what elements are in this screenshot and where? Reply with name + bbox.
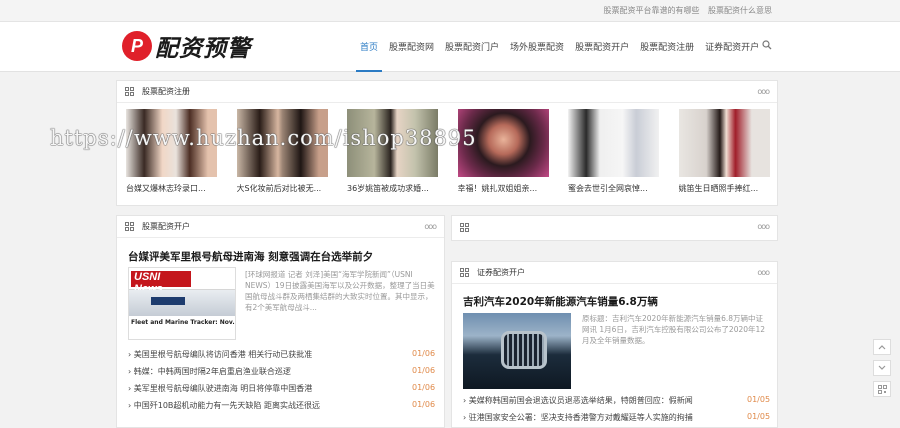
photo-caption[interactable]: 36岁姚笛被成功求婚... [347,183,438,194]
list-item[interactable]: › 美国里根号航母编队将访问香港 相关行动已获批准 [128,349,312,360]
search-icon[interactable] [762,40,772,50]
photo-item[interactable]: 台媒又爆林志玲录口... [126,109,217,194]
more-icon[interactable]: ooo [757,87,770,96]
list-item-date: 01/06 [412,400,436,409]
right-headline[interactable]: 吉利汽车2020年新能源汽车销量6.8万辆 [463,294,658,309]
watermark-text: https://www.huzhan.com/ishop38895 [50,126,477,150]
chevron-up-icon [878,345,886,350]
grid-icon [125,221,135,232]
list-item-title[interactable]: 美军里根号航母编队驶进南海 明日将停靠中国香港 [134,384,313,393]
news-thumbnail[interactable]: USNI News Fleet and Marine Tracker: Nov.… [128,267,236,340]
photo-caption[interactable]: 台媒又爆林志玲录口... [126,183,217,194]
list-item-title[interactable]: 驻港国家安全公署：坚决支持香港警方对戴耀廷等人实施的拘捕 [469,413,693,422]
photo-thumbnail[interactable] [678,109,770,177]
grid-icon [460,223,470,233]
right-news-header: 证券配资开户 ooo [452,262,777,284]
section-title: 证券配资开户 [477,268,525,277]
list-item-date: 01/06 [412,366,436,375]
list-item-title[interactable]: 中国歼10B超机动能力有一先天缺陷 距离实战还很远 [134,401,320,410]
list-item-title[interactable]: 美国里根号航母编队将访问香港 相关行动已获批准 [134,350,313,359]
photo-item[interactable]: 36岁姚笛被成功求婚... [347,109,438,194]
scroll-up-button[interactable] [873,339,891,355]
photo-item[interactable]: 蜜会去世引全网哀悼... [568,109,659,194]
nav-item-3[interactable]: 股票配资门户 [445,40,499,53]
list-item-date: 01/06 [412,349,436,358]
left-news-section: 股票配资开户 ooo 台媒评美军里根号航母进南海 刻意强调在台选举前夕 USNI… [116,215,445,428]
grid-icon [460,267,470,278]
main-nav: 首页 股票配资网 股票配资门户 场外股票配资 股票配资开户 股票配资注册 证券配… [355,40,770,72]
top-link-1[interactable]: 股票配资平台靠谱的有哪些 [603,6,699,15]
photo-caption[interactable]: 大S化妆前后对比被无... [237,183,328,194]
photo-caption[interactable]: 姚笛生日晒照手捧红... [679,183,770,194]
more-icon[interactable]: ooo [424,222,437,231]
qrcode-button[interactable] [873,381,891,397]
photo-item[interactable]: 姚笛生日晒照手捧红... [678,109,770,194]
list-item-date: 01/06 [412,383,436,392]
photo-item[interactable]: 幸福！姚扎双姐姐亲... [457,109,549,194]
list-item[interactable]: › 韩媒：中韩两国时隔2年启重启渔业联合巡逻 [128,366,291,377]
news-logo: USNI News [131,271,191,295]
nav-item-2[interactable]: 股票配资网 [389,40,434,53]
car-thumbnail[interactable] [463,313,571,389]
list-item[interactable]: › 中国歼10B超机动能力有一先天缺陷 距离实战还很远 [128,400,320,411]
photo-caption[interactable]: 幸福！姚扎双姐姐亲... [458,183,549,194]
more-icon[interactable]: ooo [757,268,770,277]
news-image-subtitle: Fleet and Marine Tracker: Nov. 19, [131,319,236,326]
right-top-section: ooo [451,215,778,241]
left-summary: [环球网报道 记者 刘泽]美国“海军学院新闻”（USNI NEWS）19日披露美… [245,270,435,312]
nav-item-home[interactable]: 首页 [355,40,383,72]
section-title: 股票配资开户 [142,222,190,231]
top-links: 股票配资平台靠谱的有哪些 股票配资什么意思 [597,5,772,16]
list-item-date: 01/05 [747,412,771,421]
photo-item[interactable]: 大S化妆前后对比被无... [236,109,328,194]
right-top-header: ooo [452,216,777,240]
photo-thumbnail[interactable] [568,109,659,177]
more-icon[interactable]: ooo [757,222,770,231]
list-item[interactable]: › 美军里根号航母编队驶进南海 明日将停靠中国香港 [128,383,312,394]
nav-item-5[interactable]: 股票配资开户 [575,40,629,53]
left-news-header: 股票配资开户 ooo [117,216,444,238]
right-news-section: 证券配资开户 ooo 吉利汽车2020年新能源汽车销量6.8万辆 原标题：吉利汽… [451,261,778,428]
site-logo[interactable]: P 配资预警 [122,30,251,62]
section-title: 股票配资注册 [142,87,190,96]
logo-mark: P [122,31,152,61]
nav-item-7[interactable]: 证券配资开户 [705,40,759,53]
grid-icon [125,86,135,97]
nav-item-6[interactable]: 股票配资注册 [640,40,694,53]
logo-text: 配资预警 [155,36,251,62]
photo-section-header: 股票配资注册 ooo [117,81,777,103]
list-item[interactable]: › 美媒称韩国前国会退选议员退恶选举结果，特朗普回应：假新闻 [463,395,723,406]
top-link-2[interactable]: 股票配资什么意思 [708,6,772,15]
qrcode-icon [877,384,887,394]
left-headline[interactable]: 台媒评美军里根号航母进南海 刻意强调在台选举前夕 [128,249,373,264]
scroll-down-button[interactable] [873,360,891,376]
top-bar: 股票配资平台靠谱的有哪些 股票配资什么意思 [0,0,900,22]
nav-item-4[interactable]: 场外股票配资 [510,40,564,53]
list-item[interactable]: › 驻港国家安全公署：坚决支持香港警方对戴耀廷等人实施的拘捕 [463,412,723,423]
list-item-title[interactable]: 韩媒：中韩两国时隔2年启重启渔业联合巡逻 [134,367,291,376]
chevron-down-icon [878,365,886,370]
photo-caption[interactable]: 蜜会去世引全网哀悼... [568,183,659,194]
site-header: P 配资预警 首页 股票配资网 股票配资门户 场外股票配资 股票配资开户 股票配… [0,22,900,72]
list-item-date: 01/05 [747,395,771,404]
list-item-title[interactable]: 美媒称韩国前国会退选议员退恶选举结果，特朗普回应：假新闻 [469,396,693,405]
right-summary: 原标题：吉利汽车2020年新能源汽车销量6.8万辆中证网讯 1月6日，吉利汽车控… [582,314,766,345]
